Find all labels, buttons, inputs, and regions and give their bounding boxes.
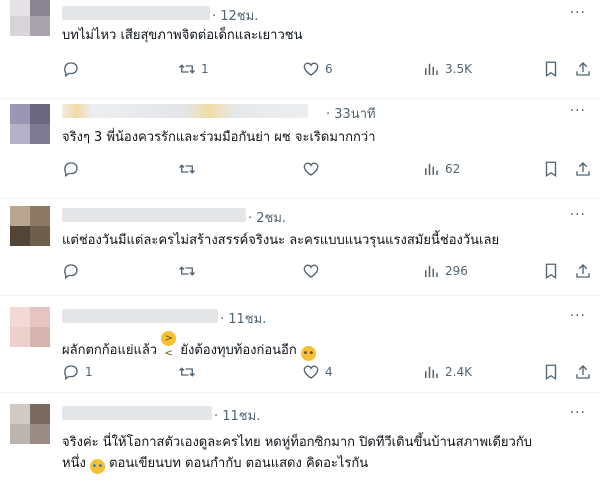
user-name[interactable] [62, 309, 218, 323]
tweet[interactable]: · 11ชม. ··· ผลักตกก้อแย่แล้ว >< ยังต้องท… [0, 295, 600, 393]
retweet-icon [179, 64, 195, 74]
reply-icon [64, 264, 78, 280]
pleading-face-emoji-icon: •• [300, 346, 316, 361]
bookmark-button[interactable] [542, 363, 560, 381]
retweet-button[interactable] [178, 363, 201, 381]
tweet-text: จริงค่ะ นี่ให้โอกาสตัวเองดูละครไทย หดหู่… [62, 432, 590, 474]
like-button[interactable]: 4 [302, 363, 333, 381]
share-icon [576, 162, 590, 176]
bookmark-button[interactable] [542, 60, 560, 78]
more-icon[interactable]: ··· [570, 405, 586, 421]
avatar[interactable] [10, 104, 50, 144]
avatar[interactable] [10, 206, 50, 246]
tweet[interactable]: · 12ชม. ··· บทไม่ไหว เสียสุขภาพจิตต่อเด็… [0, 0, 600, 99]
retweet-icon [179, 367, 195, 377]
tweet[interactable]: · 33นาที ··· จริงๆ 3 พี่น้องควรรักและร่ว… [0, 98, 600, 199]
timestamp[interactable]: · 11ชม. [220, 308, 266, 329]
bookmark-icon [545, 263, 557, 280]
share-button[interactable] [574, 160, 592, 178]
reply-button[interactable] [62, 60, 85, 78]
tweet-text: ผลักตกก้อแย่แล้ว >< ยังต้องทุบท้องก่อนอี… [62, 331, 590, 361]
tweet-text-part: หนึ่ง [62, 456, 86, 471]
avatar[interactable] [10, 307, 50, 347]
more-icon[interactable]: ··· [570, 103, 586, 119]
retweet-button[interactable] [178, 160, 201, 178]
tweet-text: แต่ช่องวันมีแต่ละครไม่สร้างสรรค์จริงนะ ล… [62, 233, 500, 248]
more-icon[interactable]: ··· [570, 5, 586, 21]
views-icon [425, 265, 438, 277]
tweet[interactable]: · 11ชม. ··· จริงค่ะ นี่ให้โอกาสตัวเองดูล… [0, 392, 600, 485]
retweet-button[interactable] [178, 262, 201, 280]
tweet-text: จริงๆ 3 พี่น้องควรรักและร่วมมือกันย่า ผช… [62, 130, 376, 145]
retweet-button[interactable]: 1 [178, 60, 209, 78]
views-button[interactable]: 296 [422, 262, 468, 280]
like-icon [303, 264, 319, 278]
timestamp[interactable]: · 11ชม. [214, 405, 260, 426]
tweet-text-part: ยังต้องทุบท้องก่อนอีก [180, 343, 297, 358]
share-button[interactable] [574, 60, 592, 78]
like-button[interactable] [302, 262, 325, 280]
share-icon [576, 365, 590, 379]
bookmark-icon [545, 364, 557, 381]
user-name[interactable] [62, 6, 210, 20]
views-button[interactable]: 2.4K [422, 363, 472, 381]
like-button[interactable]: 6 [302, 60, 333, 78]
reply-button[interactable]: 1 [62, 363, 93, 381]
share-icon [576, 62, 590, 76]
timestamp[interactable]: · 12ชม. [212, 5, 258, 26]
reply-icon [64, 162, 78, 178]
bookmark-button[interactable] [542, 262, 560, 280]
more-icon[interactable]: ··· [570, 308, 586, 324]
views-icon [425, 366, 438, 378]
avatar[interactable] [10, 404, 50, 444]
tweet-text-line: หนึ่ง •• ตอนเขียนบท ตอนกำกับ ตอนแสดง คิด… [62, 453, 590, 474]
bookmark-button[interactable] [542, 160, 560, 178]
action-bar: 62 [62, 160, 592, 180]
tweet-text: บทไม่ไหว เสียสุขภาพจิตต่อเด็กและเยาวชน [62, 28, 303, 43]
views-button[interactable]: 62 [422, 160, 460, 178]
views-icon [425, 163, 438, 175]
user-name[interactable] [62, 104, 308, 118]
more-icon[interactable]: ··· [570, 207, 586, 223]
like-button[interactable] [302, 160, 325, 178]
tweet-text-part: ผลักตกก้อแย่แล้ว [62, 343, 158, 358]
crying-face-emoji-icon: •• [89, 459, 105, 474]
share-icon [576, 264, 590, 278]
reply-button[interactable] [62, 160, 85, 178]
bookmark-icon [545, 61, 557, 78]
timestamp[interactable]: · 2ชม. [248, 207, 286, 228]
views-icon [425, 63, 438, 75]
like-icon [303, 365, 319, 379]
like-icon [303, 162, 319, 176]
avatar[interactable] [10, 0, 50, 36]
reply-icon [64, 365, 78, 381]
action-bar: 1 4 2.4K [62, 363, 592, 383]
views-button[interactable]: 3.5K [422, 60, 472, 78]
tweet-text-part: ตอนเขียนบท ตอนกำกับ ตอนแสดง คิดอะไรกัน [109, 456, 369, 471]
tweet[interactable]: · 2ชม. ··· แต่ช่องวันมีแต่ละครไม่สร้างสร… [0, 198, 600, 296]
share-button[interactable] [574, 262, 592, 280]
user-name[interactable] [62, 406, 212, 420]
bookmark-icon [545, 161, 557, 178]
timestamp[interactable]: · 33นาที [326, 103, 376, 124]
reply-icon [64, 62, 78, 78]
like-icon [303, 62, 319, 76]
tweet-text-line: จริงค่ะ นี่ให้โอกาสตัวเองดูละครไทย หดหู่… [62, 435, 532, 450]
reply-button[interactable] [62, 262, 85, 280]
user-name[interactable] [62, 208, 246, 222]
retweet-icon [179, 266, 195, 276]
share-button[interactable] [574, 363, 592, 381]
tired-face-emoji-icon: >< [161, 331, 177, 359]
retweet-icon [179, 164, 195, 174]
action-bar: 296 [62, 262, 592, 282]
action-bar: 1 6 3.5K [62, 60, 592, 80]
